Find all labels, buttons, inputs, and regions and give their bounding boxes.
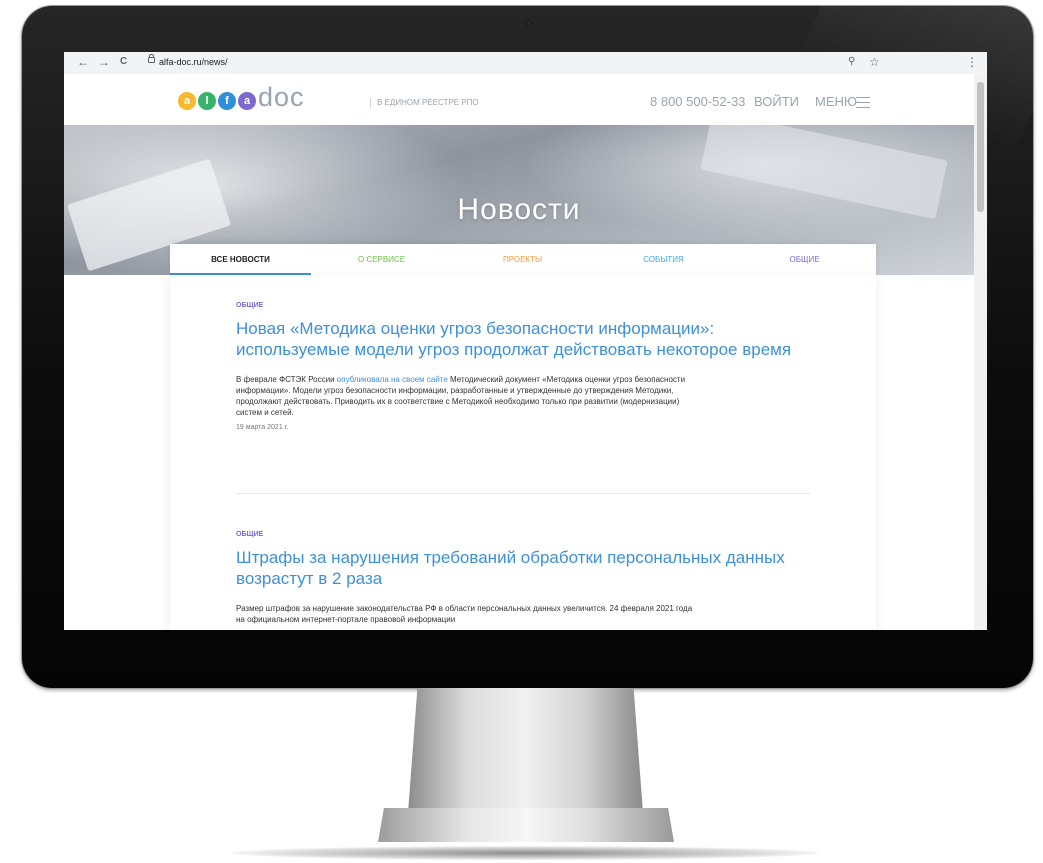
tab-general[interactable]: ОБЩИЕ [734, 244, 875, 275]
news-title[interactable]: Новая «Методика оценки угроз безопасност… [236, 318, 826, 360]
lock-icon [148, 54, 155, 63]
category-tabs: ВСЕ НОВОСТИ О СЕРВИСЕ ПРОЕКТЫ СОБЫТИЯ ОБ… [170, 244, 876, 275]
news-source-link[interactable]: опубликовала на своем сайте [337, 375, 448, 384]
logo-letter-l-icon: l [198, 92, 216, 110]
tab-events[interactable]: СОБЫТИЯ [593, 244, 734, 275]
tab-projects[interactable]: ПРОЕКТЫ [452, 244, 593, 275]
news-excerpt: В феврале ФСТЭК России опубликовала на с… [236, 374, 696, 418]
scrollbar-thumb[interactable] [977, 82, 984, 212]
back-arrow-icon[interactable]: ← [77, 55, 89, 69]
monitor-stand-neck [408, 688, 643, 813]
news-category[interactable]: ОБЩИЕ [236, 531, 826, 538]
logo-letter-a-icon: a [178, 92, 196, 110]
bookmark-star-icon[interactable]: ☆ [869, 55, 880, 69]
browser-menu-icon[interactable]: ⋮ [966, 55, 978, 69]
address-bar[interactable]: alfa-doc.ru/news/ [159, 57, 228, 67]
screen: ← → C alfa-doc.ru/news/ ⚲ ☆ ⋮ a l f a do… [64, 52, 987, 630]
site-header: a l f a doc В ЕДИНОМ РЕЕСТРЕ РПО 8 800 5… [64, 74, 974, 125]
zoom-icon[interactable]: ⚲ [848, 55, 855, 69]
tab-all-news[interactable]: ВСЕ НОВОСТИ [170, 244, 311, 275]
hamburger-menu-icon[interactable] [856, 97, 870, 108]
webcam [525, 20, 532, 27]
menu-label[interactable]: МЕНЮ [815, 94, 857, 109]
monitor-stand-shadow [230, 846, 820, 860]
news-item: ОБЩИЕ Новая «Методика оценки угроз безоп… [236, 302, 826, 431]
reload-icon[interactable]: C [120, 55, 127, 69]
news-divider [236, 493, 810, 494]
browser-toolbar: ← → C alfa-doc.ru/news/ ⚲ ☆ ⋮ [64, 52, 987, 75]
news-item: ОБЩИЕ Штрафы за нарушения требований обр… [236, 531, 826, 625]
logo-text[interactable]: doc [258, 82, 305, 112]
news-excerpt-text: В феврале ФСТЭК России [236, 375, 337, 384]
registry-badge: В ЕДИНОМ РЕЕСТРЕ РПО [370, 98, 479, 108]
page-scrollbar[interactable] [974, 74, 987, 630]
logo-letter-a2-icon: a [238, 92, 256, 110]
login-link[interactable]: ВОЙТИ [754, 94, 799, 109]
forward-arrow-icon[interactable]: → [98, 55, 110, 69]
logo-letter-f-icon: f [218, 92, 236, 110]
page-title: Новости [457, 193, 581, 227]
news-date: 19 марта 2021 г. [236, 424, 289, 431]
phone-link[interactable]: 8 800 500-52-33 [650, 94, 745, 109]
news-excerpt: Размер штрафов за нарушение законодатель… [236, 604, 693, 624]
tab-about-service[interactable]: О СЕРВИСЕ [311, 244, 452, 275]
news-list: ОБЩИЕ Новая «Методика оценки угроз безоп… [170, 275, 876, 630]
news-category[interactable]: ОБЩИЕ [236, 302, 826, 309]
news-title[interactable]: Штрафы за нарушения требований обработки… [236, 547, 826, 589]
monitor-stand-base [378, 808, 674, 842]
